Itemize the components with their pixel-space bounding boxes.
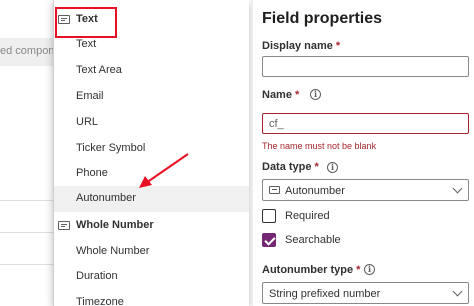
menu-item-label: Duration — [76, 270, 118, 282]
name-error-message: The name must not be blank — [262, 141, 377, 151]
data-type-value: Autonumber — [285, 185, 345, 197]
menu-item-label: Phone — [76, 167, 108, 179]
menu-item-url[interactable]: URL — [54, 110, 249, 136]
menu-group-whole-number: Whole Number — [54, 213, 249, 239]
annotation-arrow-icon — [139, 153, 189, 188]
required-mark: * — [356, 264, 361, 276]
background-divider — [0, 232, 56, 233]
required-mark: * — [294, 89, 300, 101]
menu-item-label: Whole Number — [76, 245, 150, 257]
number-field-icon — [58, 221, 70, 230]
data-type-label: Data type * — [262, 161, 319, 173]
chevron-down-icon — [452, 286, 463, 297]
panel-title: Field properties — [262, 10, 383, 27]
searchable-label: Searchable — [285, 234, 341, 246]
info-icon[interactable]: i — [364, 264, 375, 275]
searchable-checkbox[interactable] — [262, 233, 276, 247]
text-field-icon — [269, 186, 280, 194]
menu-item-text-area[interactable]: Text Area — [54, 58, 249, 84]
data-type-dropdown[interactable]: Autonumber — [262, 179, 469, 201]
menu-item-duration[interactable]: Duration — [54, 264, 249, 290]
autonumber-type-label: Autonumber type * — [262, 264, 361, 276]
menu-item-email[interactable]: Email — [54, 84, 249, 110]
name-input-value: cf_ — [269, 118, 284, 130]
menu-item-label: URL — [76, 116, 99, 128]
required-label: Required — [285, 210, 330, 222]
name-input[interactable]: cf_ — [262, 113, 469, 134]
background-page: ed compone — [0, 0, 61, 306]
autonumber-type-dropdown[interactable]: String prefixed number — [262, 282, 469, 304]
chevron-down-icon — [452, 183, 463, 194]
background-divider — [0, 264, 56, 265]
menu-item-label: Ticker Symbol — [76, 142, 146, 154]
background-divider — [0, 200, 56, 201]
menu-group-label: Whole Number — [76, 219, 154, 231]
required-mark: * — [314, 161, 319, 173]
highlight-box — [55, 7, 117, 38]
required-checkbox[interactable] — [262, 209, 276, 223]
menu-item-label: Autonumber — [76, 192, 136, 204]
menu-item-label: Timezone — [76, 296, 124, 306]
menu-item-whole-number[interactable]: Whole Number — [54, 239, 249, 265]
background-component-text: ed compone — [0, 45, 61, 57]
display-name-label: Display name * — [262, 40, 341, 52]
menu-item-label: Text — [76, 38, 97, 50]
field-properties-panel: Field properties Display name * Name * i c… — [252, 0, 474, 306]
name-label: Name * — [262, 89, 300, 101]
autonumber-type-value: String prefixed number — [269, 288, 381, 300]
menu-item-label: Text Area — [76, 64, 122, 76]
display-name-input[interactable] — [262, 56, 469, 77]
menu-item-timezone[interactable]: Timezone — [54, 290, 249, 306]
info-icon[interactable]: i — [310, 89, 321, 100]
required-mark: * — [335, 40, 341, 52]
info-icon[interactable]: i — [327, 162, 338, 173]
menu-item-label: Email — [76, 90, 104, 102]
